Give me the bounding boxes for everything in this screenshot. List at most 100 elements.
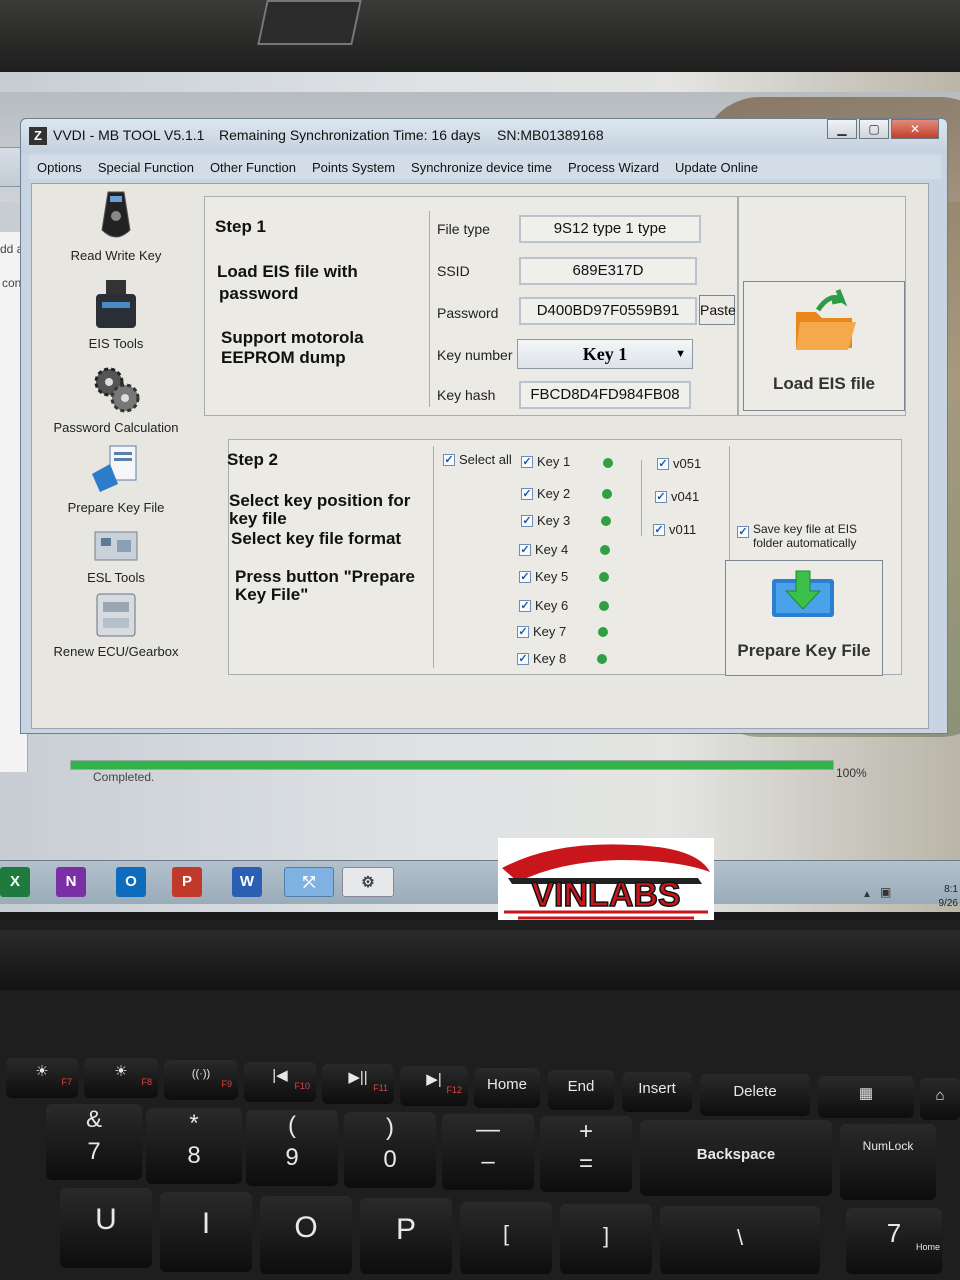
menu-update-online[interactable]: Update Online: [667, 160, 766, 175]
key-end[interactable]: End: [548, 1070, 614, 1110]
app-logo-icon: Z: [29, 127, 47, 145]
save-auto-checkbox[interactable]: ✓ Save key file at EIS folder automatica…: [737, 522, 857, 550]
key-backspace[interactable]: Backspace: [640, 1120, 832, 1196]
check-icon: ✓: [737, 526, 749, 538]
key-checkbox[interactable]: ✓ Key 2: [521, 486, 570, 501]
minimize-button[interactable]: ▁: [827, 119, 857, 139]
format-checkbox[interactable]: ✓ v041: [655, 489, 699, 504]
menu-process-wizard[interactable]: Process Wizard: [560, 160, 667, 175]
key-lock[interactable]: ⌂: [920, 1078, 960, 1120]
format-checkbox[interactable]: ✓ v011: [653, 522, 696, 537]
word-icon[interactable]: W: [232, 867, 262, 897]
ssid-label: SSID: [437, 263, 470, 279]
key-i[interactable]: I: [160, 1192, 252, 1272]
key-bracket-close[interactable]: ]: [560, 1204, 652, 1274]
tool-eis-tools[interactable]: EIS Tools: [36, 278, 196, 351]
key-9[interactable]: (9: [246, 1110, 338, 1186]
password-field[interactable]: D400BD97F0559B91: [519, 297, 697, 325]
key-minus[interactable]: — –: [442, 1114, 534, 1190]
key-number-select[interactable]: Key 1 ▼: [517, 339, 693, 369]
tool-renew-ecu[interactable]: Renew ECU/Gearbox: [36, 590, 196, 659]
key-num7[interactable]: 7 Home: [846, 1208, 942, 1274]
key-checkbox[interactable]: ✓ Key 8: [517, 651, 566, 666]
main-content: Read Write Key EIS Tools Password Calcul…: [31, 183, 929, 729]
paste-button[interactable]: Paste: [699, 295, 736, 325]
key-o[interactable]: O: [260, 1196, 352, 1274]
key-f12[interactable]: ▶| F12: [400, 1066, 468, 1106]
key-7[interactable]: & 7: [46, 1104, 142, 1180]
key-hash-field[interactable]: FBCD8D4FD984FB08: [519, 381, 691, 409]
file-type-field[interactable]: 9S12 type 1 type: [519, 215, 701, 243]
network-app-icon[interactable]: ⤱: [284, 867, 334, 897]
key-8[interactable]: * 8: [146, 1108, 242, 1184]
key-insert[interactable]: Insert: [622, 1072, 692, 1112]
tray-arrow-icon[interactable]: ▲: [862, 889, 872, 900]
key-hash-label: Key hash: [437, 387, 496, 403]
key-num7-sub: Home: [915, 1242, 940, 1252]
status-dot: [598, 627, 608, 637]
key-equals[interactable]: + =: [540, 1116, 632, 1192]
format-checkbox[interactable]: ✓ v051: [657, 456, 701, 471]
check-icon: ✓: [521, 514, 533, 527]
check-icon: ✓: [653, 523, 665, 536]
powerpoint-icon[interactable]: P: [172, 867, 202, 897]
tool-prepare-key-file[interactable]: Prepare Key File: [36, 444, 196, 515]
key-checkbox[interactable]: ✓ Key 5: [519, 569, 568, 584]
key-checkbox[interactable]: ✓ Key 6: [519, 598, 568, 613]
check-icon: ✓: [519, 599, 531, 612]
key-f11[interactable]: ▶|| F11: [322, 1064, 394, 1104]
clock[interactable]: 8:1 9/26: [939, 883, 958, 911]
key-f7[interactable]: ☀ F7: [6, 1058, 78, 1098]
key-bracket-open[interactable]: [: [460, 1202, 552, 1274]
key-checkbox[interactable]: ✓ Key 4: [519, 542, 568, 557]
key-f9[interactable]: ((·)) F9: [164, 1060, 238, 1100]
excel-icon[interactable]: X: [0, 867, 30, 897]
step1-desc: Load EIS file with: [217, 262, 358, 281]
outlook-icon[interactable]: O: [116, 867, 146, 897]
load-eis-file-button[interactable]: Load EIS file: [743, 281, 905, 411]
key-f10[interactable]: |◀ F10: [244, 1062, 316, 1102]
tool-label: Password Calculation: [53, 420, 179, 435]
check-icon: ✓: [657, 457, 669, 470]
vvdi-app-icon[interactable]: ⚙: [342, 867, 394, 897]
key-calculator[interactable]: ▦: [818, 1076, 914, 1118]
tool-label: EIS Tools: [88, 336, 144, 351]
tool-label: Renew ECU/Gearbox: [53, 644, 179, 659]
menu-other-function[interactable]: Other Function: [202, 160, 304, 175]
tool-esl-tools[interactable]: ESL Tools: [36, 526, 196, 585]
select-all-checkbox[interactable]: ✓ Select all: [443, 452, 512, 467]
menu-options[interactable]: Options: [29, 160, 90, 175]
menu-special-function[interactable]: Special Function: [90, 160, 202, 175]
menu-synchronize-time[interactable]: Synchronize device time: [403, 160, 560, 175]
tray-icon[interactable]: ▣: [880, 885, 891, 899]
key-numlock[interactable]: NumLock: [840, 1124, 936, 1200]
key-backslash[interactable]: \: [660, 1206, 820, 1274]
key-f8[interactable]: ☀ F8: [84, 1058, 158, 1098]
tool-password-calculation[interactable]: Password Calculation: [36, 364, 196, 435]
status-dot: [600, 545, 610, 555]
key-number-label: Key number: [437, 347, 513, 363]
key-0[interactable]: ) 0: [344, 1112, 436, 1188]
step1-panel: Step 1 Load EIS file with password Suppo…: [204, 196, 738, 416]
ssid-field[interactable]: 689E317D: [519, 257, 697, 285]
key-label: Key 1: [537, 454, 571, 469]
key-checkbox[interactable]: ✓ Key 3: [521, 513, 570, 528]
key-home[interactable]: Home: [474, 1068, 540, 1108]
tool-label: ESL Tools: [87, 570, 145, 585]
key-delete[interactable]: Delete: [700, 1074, 810, 1116]
load-eis-file-label: Load EIS file: [772, 374, 876, 393]
key-checkbox[interactable]: ✓ Key 1: [521, 454, 570, 469]
menu-points-system[interactable]: Points System: [304, 160, 403, 175]
check-icon: ✓: [517, 625, 529, 638]
maximize-button[interactable]: ▢: [859, 119, 889, 139]
close-button[interactable]: ✕: [891, 119, 939, 139]
check-icon: ✓: [655, 490, 667, 503]
key-p[interactable]: P: [360, 1198, 452, 1274]
key-checkbox[interactable]: ✓ Key 7: [517, 624, 566, 639]
onenote-icon[interactable]: N: [56, 867, 86, 897]
format-label: v051: [673, 456, 702, 471]
prepare-key-file-button[interactable]: Prepare Key File: [725, 560, 883, 676]
key-u[interactable]: U: [60, 1188, 152, 1268]
tool-read-write-key[interactable]: Read Write Key: [36, 190, 196, 263]
status-dot: [599, 572, 609, 582]
